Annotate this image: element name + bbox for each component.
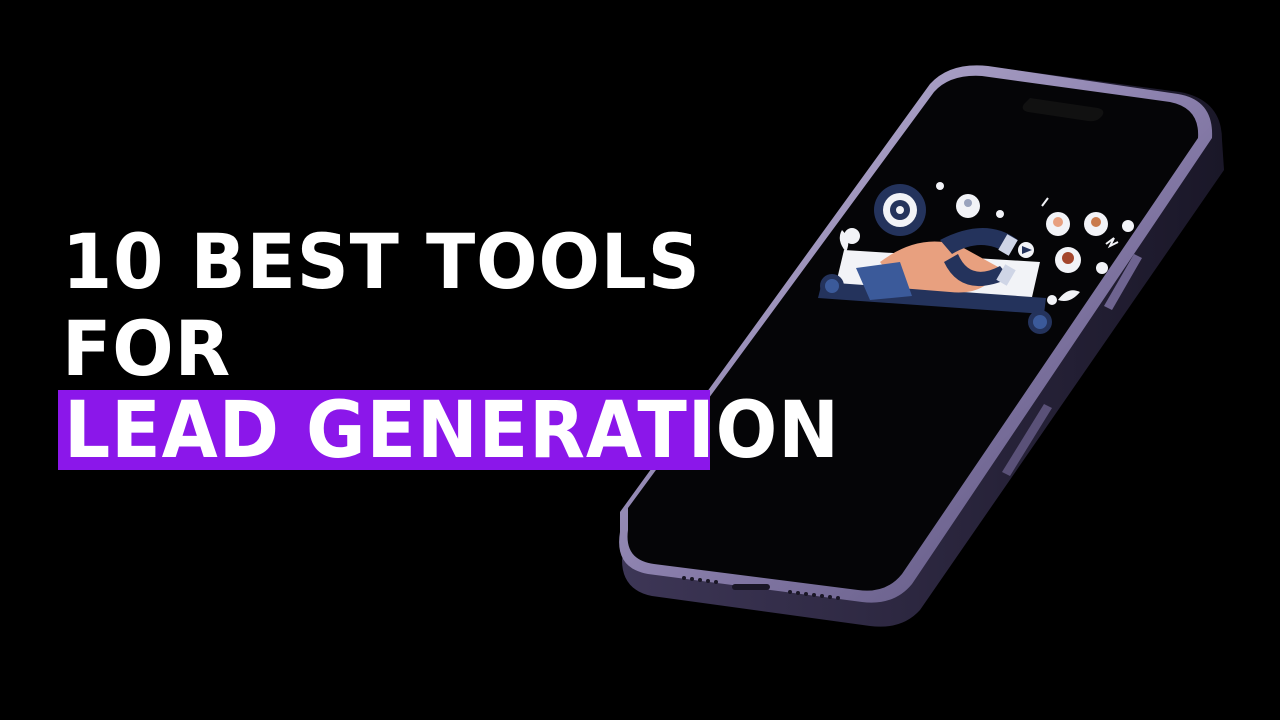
headline-line-3: LEAD GENERATION	[64, 386, 840, 476]
headline: 10 BEST TOOLS FOR LEAD GENERATION	[0, 0, 1280, 720]
thumbnail-canvas: 10 BEST TOOLS FOR LEAD GENERATION	[0, 0, 1280, 720]
headline-line-1: 10 BEST TOOLS	[62, 217, 701, 306]
headline-line-2: FOR	[62, 304, 232, 393]
